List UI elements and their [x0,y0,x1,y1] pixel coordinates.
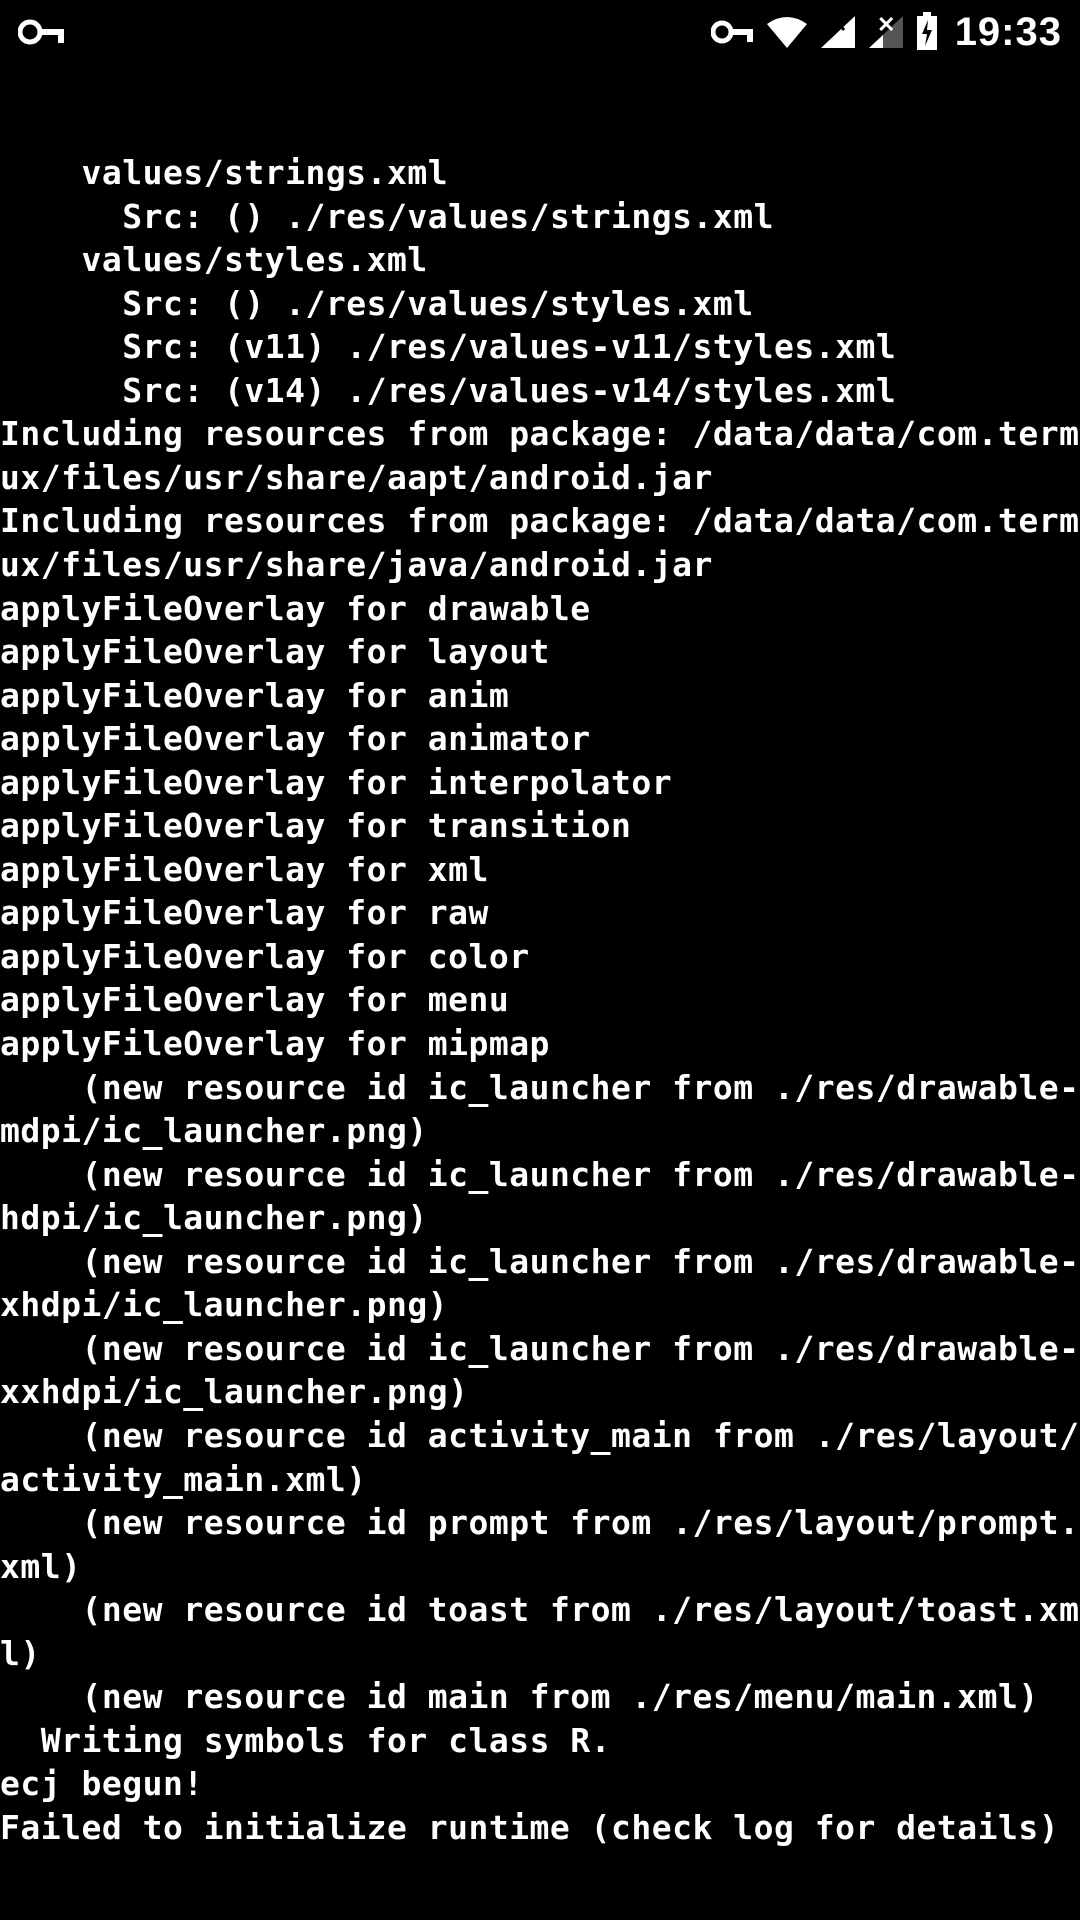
vpn-key-icon [711,19,755,45]
terminal-output: values/strings.xml Src: () ./res/values/… [0,151,1080,1849]
status-clock: 19:33 [955,10,1062,55]
cellular-signal-1-icon: ✕ [819,14,857,50]
status-bar: ✕ ✕ 19:33 [0,0,1080,64]
svg-text:✕: ✕ [829,14,847,37]
status-left [18,18,66,46]
vpn-key-icon [18,18,66,46]
svg-text:✕: ✕ [877,14,895,37]
wifi-icon [765,14,809,50]
battery-charging-icon [915,12,939,52]
terminal-view[interactable]: values/strings.xml Src: () ./res/values/… [0,64,1080,1920]
cellular-signal-2-icon: ✕ [867,14,905,50]
status-right: ✕ ✕ 19:33 [711,10,1062,55]
